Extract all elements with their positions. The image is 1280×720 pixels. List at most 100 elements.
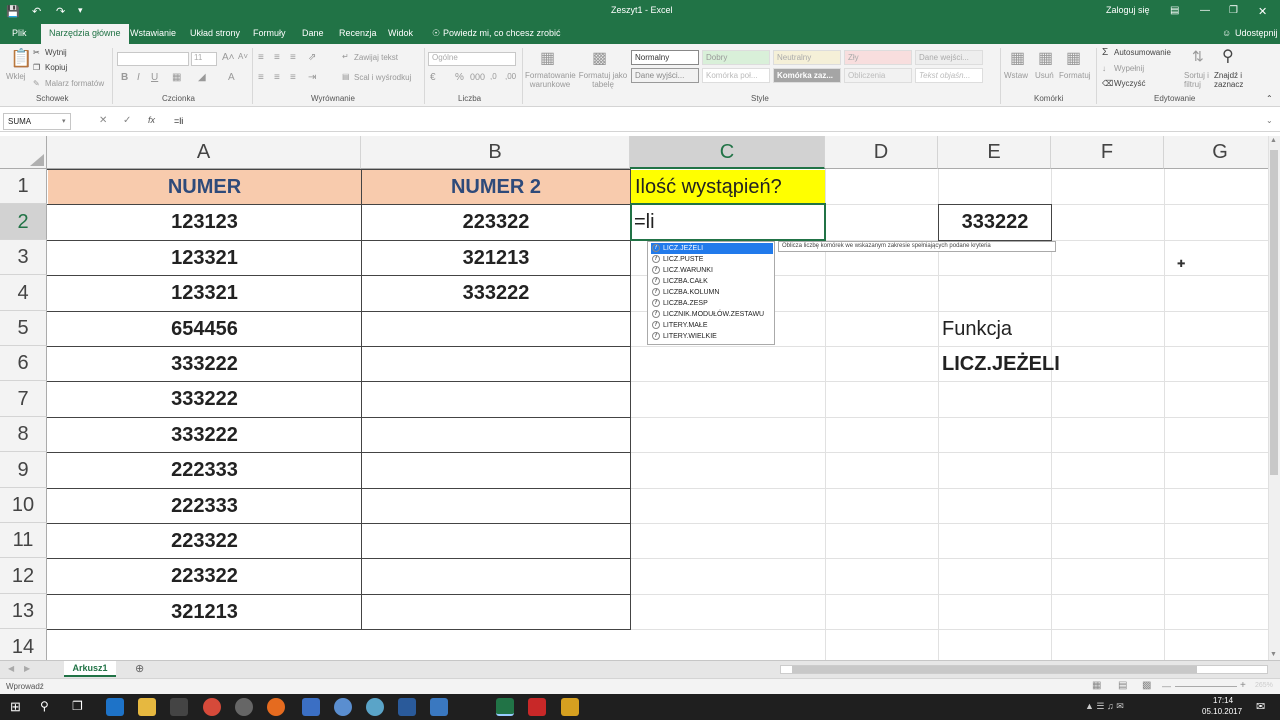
- formula-input[interactable]: =li: [174, 116, 183, 126]
- align-right-icon[interactable]: ≡: [290, 72, 296, 83]
- clock-time[interactable]: 17:14: [1213, 696, 1233, 705]
- name-box-dropdown-icon[interactable]: ▾: [62, 117, 66, 125]
- wrap-text-button[interactable]: Zawijaj tekst: [354, 53, 398, 62]
- tab-insert[interactable]: Wstawianie: [130, 28, 176, 38]
- cell-b4[interactable]: 333222: [362, 276, 630, 311]
- row-header-8[interactable]: 8: [0, 417, 47, 452]
- customize-qat-icon[interactable]: ▾: [78, 5, 83, 16]
- style-good[interactable]: Dobry: [702, 50, 770, 65]
- format-painter-button[interactable]: Malarz formatów: [45, 79, 104, 88]
- decrease-decimal-icon[interactable]: ,00: [505, 72, 516, 81]
- row-header-9[interactable]: 9: [0, 452, 47, 488]
- notification-icon[interactable]: ✉: [1256, 700, 1265, 713]
- cell-b2[interactable]: 223322: [362, 205, 630, 240]
- app-icon[interactable]: [235, 698, 253, 716]
- cell-e6[interactable]: LICZ.JEŻELI: [942, 347, 1060, 381]
- autocomplete-item[interactable]: f LITERY.WIELKIE: [651, 331, 773, 342]
- tab-review[interactable]: Recenzja: [339, 28, 377, 38]
- align-center-icon[interactable]: ≡: [274, 72, 280, 83]
- number-format-combo[interactable]: Ogólne: [428, 52, 516, 66]
- merge-center-button[interactable]: Scal i wyśrodkuj: [354, 73, 411, 82]
- close-button[interactable]: ✕: [1258, 5, 1267, 18]
- delete-cells-button[interactable]: Usuń: [1035, 71, 1054, 80]
- row-header-4[interactable]: 4: [0, 275, 47, 311]
- ribbon-display-icon[interactable]: ▤: [1170, 5, 1179, 16]
- autocomplete-item[interactable]: f LICZBA.KOLUMN: [651, 287, 773, 298]
- cell-a5[interactable]: 654456: [48, 312, 361, 346]
- cell-a4[interactable]: 123321: [48, 276, 361, 311]
- align-bottom-icon[interactable]: ≡: [290, 52, 296, 63]
- font-name-combo[interactable]: [117, 52, 189, 66]
- cell-b1[interactable]: NUMER 2: [362, 170, 630, 204]
- zoom-in-icon[interactable]: +: [1240, 680, 1246, 691]
- share-button[interactable]: Udostępnij: [1235, 28, 1278, 38]
- cell-a7[interactable]: 333222: [48, 382, 361, 417]
- autocomplete-item[interactable]: f LICZNIK.MODUŁÓW.ZESTAWU: [651, 309, 773, 320]
- insert-function-icon[interactable]: fx: [148, 115, 155, 125]
- save-icon[interactable]: 💾: [6, 5, 20, 18]
- column-header-g[interactable]: G: [1164, 136, 1268, 169]
- video-recorder-icon[interactable]: [528, 698, 546, 716]
- cell-a12[interactable]: 223322: [48, 559, 361, 594]
- zoom-slider[interactable]: [1175, 686, 1237, 687]
- align-left-icon[interactable]: ≡: [258, 72, 264, 83]
- cell-e5[interactable]: Funkcja: [942, 312, 1012, 346]
- italic-button[interactable]: I: [137, 72, 140, 83]
- fill-button[interactable]: Wypełnij: [1114, 64, 1144, 73]
- autocomplete-item[interactable]: f LICZ.WARUNKI: [651, 265, 773, 276]
- word-icon[interactable]: [302, 698, 320, 716]
- zoom-level[interactable]: 265%: [1255, 682, 1273, 689]
- row-header-11[interactable]: 11: [0, 523, 47, 558]
- clock-date[interactable]: 05.10.2017: [1202, 707, 1242, 716]
- prev-sheet-icon[interactable]: ◀: [8, 664, 14, 673]
- file-explorer-icon[interactable]: [138, 698, 156, 716]
- percent-icon[interactable]: %: [455, 72, 464, 83]
- vertical-scroll-thumb[interactable]: [1270, 150, 1278, 475]
- sheet-tab-arkusz1[interactable]: Arkusz1: [64, 661, 116, 677]
- collapse-ribbon-icon[interactable]: ⌃: [1266, 94, 1273, 103]
- app-icon[interactable]: [334, 698, 352, 716]
- row-header-3[interactable]: 3: [0, 240, 47, 275]
- confirm-entry-icon[interactable]: ✓: [123, 115, 131, 126]
- column-header-f[interactable]: F: [1051, 136, 1164, 169]
- insert-cells-button[interactable]: Wstaw: [1004, 71, 1028, 80]
- tab-formulas[interactable]: Formuły: [253, 28, 286, 38]
- style-normal[interactable]: Normalny: [631, 50, 699, 65]
- minimize-button[interactable]: —: [1200, 5, 1210, 16]
- paste-button[interactable]: Wklej: [6, 72, 26, 81]
- cut-button[interactable]: Wytnij: [45, 48, 67, 57]
- column-header-e[interactable]: E: [938, 136, 1051, 169]
- horizontal-scroll-thumb[interactable]: [792, 666, 1197, 673]
- shrink-font-icon[interactable]: A˅: [238, 52, 248, 61]
- sort-filter-button[interactable]: Sortuj i filtruj: [1184, 71, 1214, 89]
- row-header-13[interactable]: 13: [0, 594, 47, 629]
- thousands-icon[interactable]: 000: [470, 72, 485, 82]
- column-header-d[interactable]: D: [825, 136, 938, 169]
- zoom-out-icon[interactable]: —: [1162, 681, 1171, 691]
- tab-view[interactable]: Widok: [388, 28, 413, 38]
- style-calculation[interactable]: Obliczenia: [844, 68, 912, 83]
- cell-a3[interactable]: 123321: [48, 241, 361, 275]
- next-sheet-icon[interactable]: ▶: [24, 664, 30, 673]
- row-header-5[interactable]: 5: [0, 311, 47, 346]
- find-select-button[interactable]: Znajdź i zaznacz: [1214, 71, 1250, 89]
- store-icon[interactable]: [170, 698, 188, 716]
- row-header-12[interactable]: 12: [0, 558, 47, 594]
- normal-view-icon[interactable]: ▦: [1092, 680, 1101, 691]
- borders-icon[interactable]: ▦: [172, 72, 181, 83]
- app-icon[interactable]: [366, 698, 384, 716]
- font-size-combo[interactable]: 11: [191, 52, 217, 66]
- column-header-a[interactable]: A: [47, 136, 361, 169]
- autocomplete-item[interactable]: f LICZ.PUSTE: [651, 254, 773, 265]
- page-layout-icon[interactable]: ▤: [1118, 680, 1127, 691]
- format-as-table-button[interactable]: Formatuj jako tabelę: [578, 71, 628, 89]
- worksheet-grid[interactable]: A B C D E F G 1 2 3 4 5 6 7 8 9 10 11 12…: [0, 136, 1268, 660]
- cell-a1[interactable]: NUMER: [48, 170, 361, 204]
- cell-a13[interactable]: 321213: [48, 595, 361, 629]
- cell-a2[interactable]: 123123: [48, 205, 361, 240]
- active-cell-c2[interactable]: [630, 203, 826, 241]
- cell-c1[interactable]: Ilość wystąpień?: [631, 170, 825, 204]
- restore-button[interactable]: ❐: [1229, 5, 1238, 16]
- style-input[interactable]: Dane wejści...: [915, 50, 983, 65]
- row-header-6[interactable]: 6: [0, 346, 47, 381]
